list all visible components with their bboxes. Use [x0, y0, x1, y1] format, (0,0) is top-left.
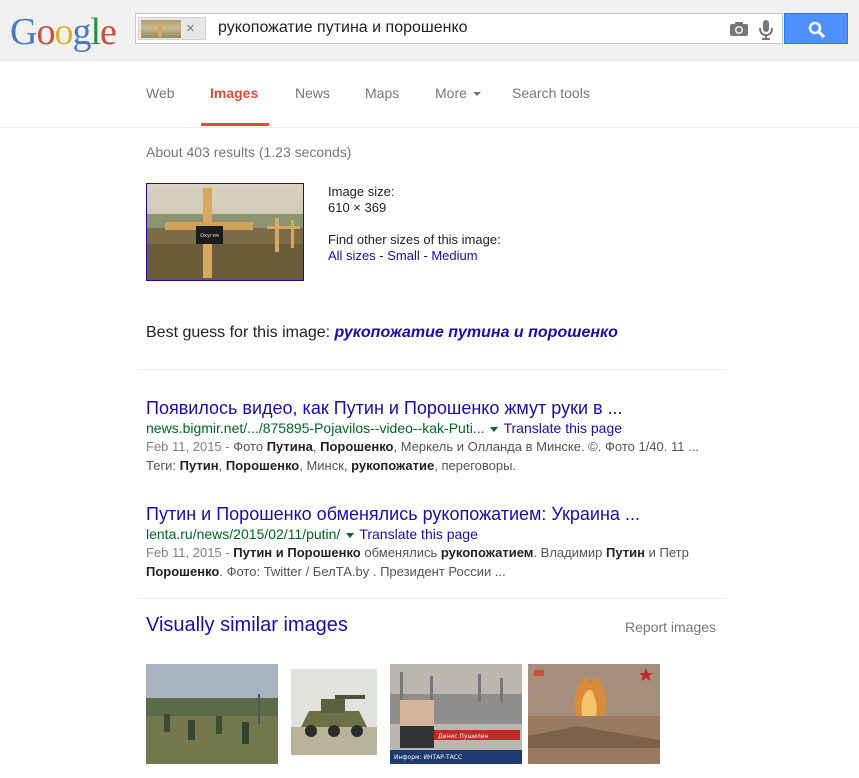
- tab-maps[interactable]: Maps: [365, 85, 399, 101]
- similar-image-explosion-field[interactable]: [528, 664, 660, 764]
- logo-letter: G: [10, 11, 37, 53]
- similar-image-news-broadcast[interactable]: Денис Пушилин Информ: ИНТАР-ТАСС: [390, 664, 522, 764]
- snippet-keyword: рукопожатие: [351, 458, 435, 473]
- result-snippet: Feb 11, 2015 - Путин и Порошенко обменял…: [146, 543, 726, 581]
- translate-link[interactable]: Translate this page: [503, 420, 622, 436]
- best-guess: Best guess for this image: рукопожатие п…: [146, 324, 618, 342]
- result-date: Feb 11, 2015 -: [146, 545, 234, 560]
- broadcast-caption: Денис Пушилин: [438, 733, 489, 740]
- result-title-link[interactable]: Появилось видео, как Путин и Порошенко ж…: [146, 397, 726, 419]
- report-images-link[interactable]: Report images: [625, 619, 716, 635]
- logo-letter: o: [36, 11, 55, 53]
- query-image[interactable]: Охугия: [146, 183, 304, 281]
- tab-images[interactable]: Images: [210, 85, 258, 101]
- snippet-keyword: Порошенко: [320, 439, 394, 454]
- camera-icon[interactable]: [729, 21, 749, 42]
- search-result: Путин и Порошенко обменялись рукопожатие…: [146, 503, 726, 581]
- broadcast-ticker: Информ: ИНТАР-ТАСС: [394, 754, 462, 761]
- result-url: news.bigmir.net/.../875895-Pojavilos--vi…: [146, 419, 726, 437]
- search-query-input[interactable]: рукопожатие путина и порошенко: [218, 19, 468, 37]
- microphone-icon[interactable]: [759, 19, 773, 46]
- image-info: Image size: 610 × 369 Find other sizes o…: [328, 184, 501, 264]
- search-by-image-chip[interactable]: ×: [138, 17, 206, 40]
- tab-more[interactable]: More: [435, 85, 481, 101]
- size-link-separator: -: [375, 248, 388, 263]
- medium-size-link[interactable]: Medium: [431, 248, 477, 263]
- snippet-keyword: рукопожатием: [440, 545, 534, 560]
- remove-image-icon[interactable]: ×: [186, 19, 195, 38]
- url-dropdown-arrow-icon[interactable]: [490, 426, 499, 432]
- snippet-text-part: и Петр: [644, 545, 689, 560]
- snippet-keyword: Путин и Порошенко: [233, 545, 361, 560]
- snippet-text-part: . Фото: Twitter / БелТА.by . Президент Р…: [219, 564, 506, 579]
- snippet-keyword: Порошенко: [146, 564, 220, 579]
- snippet-text-part: обменялись: [360, 545, 441, 560]
- image-size-value: 610 × 369: [328, 200, 387, 215]
- best-guess-link[interactable]: рукопожатие путина и порошенко: [335, 324, 618, 341]
- top-header-bar: Google × рукопожатие путина и порошенко: [0, 0, 859, 61]
- logo-letter: g: [72, 11, 91, 53]
- snippet-keyword: Путина: [266, 439, 313, 454]
- result-date: Feb 11, 2015 -: [146, 439, 234, 454]
- tab-search-tools[interactable]: Search tools: [512, 85, 590, 101]
- image-size-label: Image size:: [328, 184, 395, 199]
- result-url: lenta.ru/news/2015/02/11/putin/Translate…: [146, 525, 726, 543]
- tab-news[interactable]: News: [295, 85, 330, 101]
- tab-more-label: More: [435, 85, 467, 101]
- logo-letter: e: [100, 11, 117, 53]
- search-result: Появилось видео, как Путин и Порошенко ж…: [146, 397, 726, 475]
- snippet-text-part: , Минск,: [299, 458, 352, 473]
- best-guess-label: Best guess for this image:: [146, 324, 335, 341]
- logo-letter: o: [54, 11, 73, 53]
- search-button[interactable]: [784, 13, 848, 44]
- size-links: All sizes - Small - Medium: [328, 248, 501, 264]
- search-icon: [808, 21, 825, 38]
- small-size-link[interactable]: Small: [387, 248, 420, 263]
- visually-similar-heading[interactable]: Visually similar images: [146, 614, 348, 637]
- result-snippet: Feb 11, 2015 - Фото Путина, Порошенко, М…: [146, 437, 726, 475]
- active-tab-indicator: [201, 123, 269, 126]
- snippet-text-part: , переговоры.: [434, 458, 517, 473]
- result-url-text: lenta.ru/news/2015/02/11/putin/: [146, 526, 341, 542]
- similar-image-soldiers-field[interactable]: [146, 664, 278, 764]
- search-box[interactable]: × рукопожатие путина и порошенко: [135, 13, 783, 44]
- snippet-keyword: Путин: [179, 458, 219, 473]
- tab-web[interactable]: Web: [146, 85, 175, 101]
- result-title-link[interactable]: Путин и Порошенко обменялись рукопожатие…: [146, 503, 726, 525]
- find-sizes-label: Find other sizes of this image:: [328, 232, 501, 247]
- snippet-keyword: Порошенко: [225, 458, 300, 473]
- logo-letter: l: [90, 11, 101, 53]
- snippet-text-part: . Владимир: [533, 545, 607, 560]
- logo-wordmark: Google: [10, 11, 117, 53]
- dropdown-arrow-icon: [472, 92, 481, 97]
- translate-link[interactable]: Translate this page: [359, 526, 478, 542]
- grave-sign-text: Охугия: [200, 233, 219, 239]
- query-image-thumbnail: [141, 20, 181, 38]
- snippet-text-part: ,: [218, 458, 226, 473]
- google-logo[interactable]: Google: [10, 10, 120, 53]
- search-tabs: Web Images News Maps More Search tools: [0, 61, 859, 128]
- size-link-separator: -: [419, 248, 432, 263]
- url-dropdown-arrow-icon[interactable]: [346, 532, 355, 538]
- snippet-keyword: Путин: [606, 545, 645, 560]
- snippet-text-part: Фото: [233, 439, 267, 454]
- similar-image-armored-vehicle[interactable]: [291, 669, 377, 755]
- section-divider: [137, 369, 726, 370]
- all-sizes-link[interactable]: All sizes: [328, 248, 376, 263]
- result-url-text: news.bigmir.net/.../875895-Pojavilos--vi…: [146, 420, 485, 436]
- result-stats: About 403 results (1.23 seconds): [146, 144, 352, 160]
- section-divider: [137, 598, 726, 599]
